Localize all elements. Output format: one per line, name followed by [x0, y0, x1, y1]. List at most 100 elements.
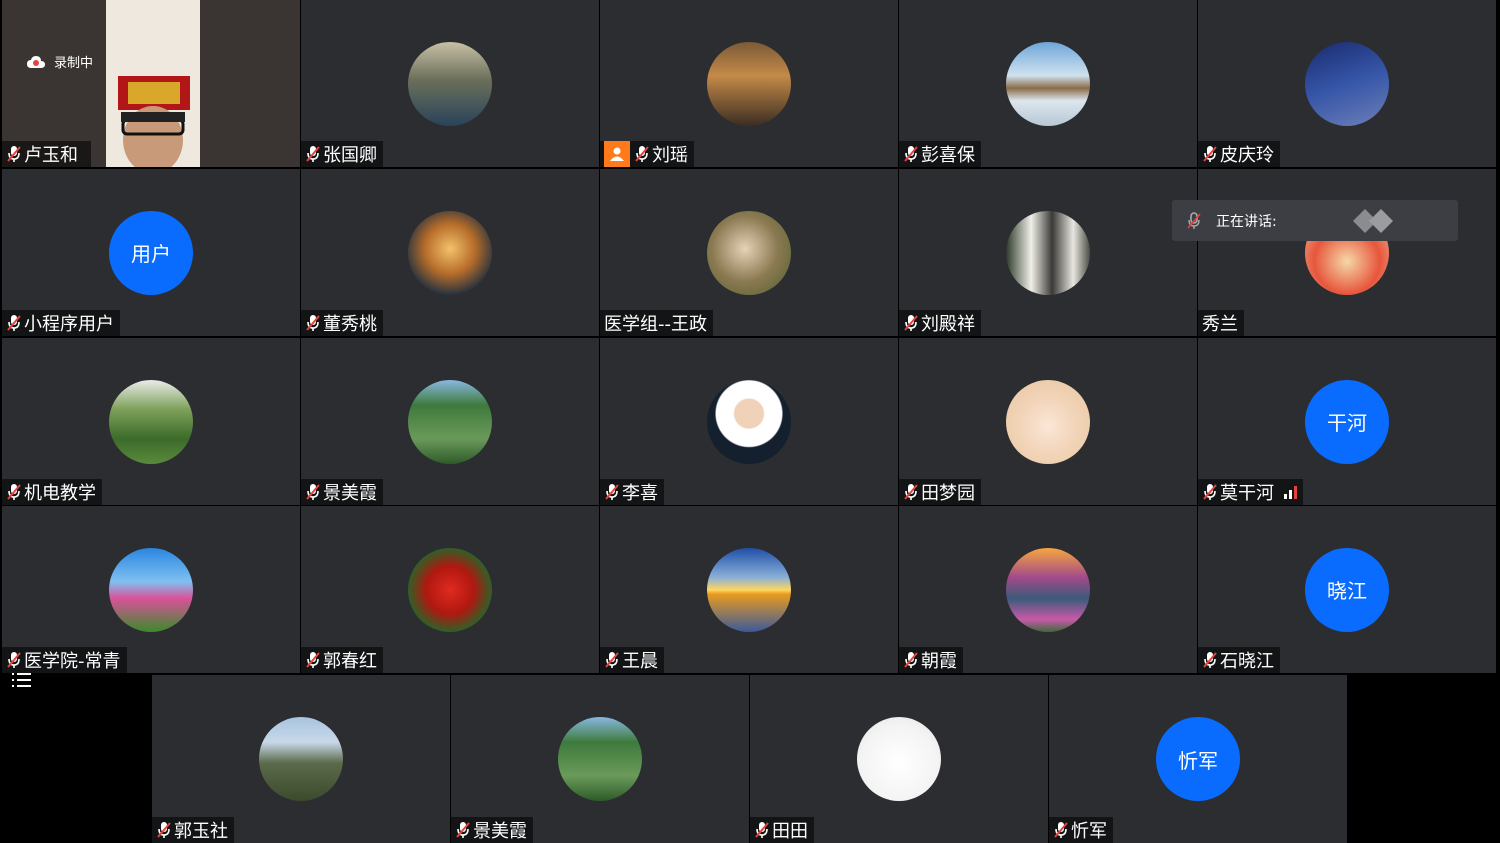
participant-nameplate: 刘殿祥: [899, 310, 981, 336]
participant-name: 小程序用户: [24, 314, 114, 335]
list-menu-icon[interactable]: [11, 671, 33, 689]
participant-tile[interactable]: 董秀桃: [301, 169, 599, 336]
avatar: [408, 41, 492, 126]
participant-tile[interactable]: 皮庆玲: [1198, 0, 1496, 167]
participant-name: 彭喜保: [921, 145, 975, 166]
participant-tile[interactable]: 干河 莫干河: [1198, 338, 1496, 505]
participant-name: 医学院-常青: [24, 651, 121, 672]
avatar: 忻军: [1156, 717, 1240, 801]
user-icon: [604, 141, 630, 167]
avatar: [707, 210, 791, 295]
participant-tile[interactable]: 郭春红: [301, 506, 599, 673]
participant-nameplate: 郭玉社: [152, 817, 234, 843]
camera-video-feed: [106, 0, 200, 167]
participant-name: 景美霞: [473, 821, 527, 842]
participant-name: 朝霞: [921, 651, 957, 672]
avatar: [408, 379, 492, 464]
muted-mic-icon: [306, 652, 320, 668]
participant-name: 郭春红: [323, 651, 377, 672]
cloud-record-icon: [27, 55, 45, 68]
participant-tile[interactable]: 刘瑶: [600, 0, 898, 167]
participant-nameplate: 忻军: [1049, 817, 1113, 843]
participant-tile[interactable]: 景美霞: [451, 675, 749, 843]
avatar: [408, 210, 492, 295]
participant-tile[interactable]: 王晨: [600, 506, 898, 673]
avatar: [408, 547, 492, 632]
participant-tile[interactable]: 录制中 卢玉和: [2, 0, 300, 167]
participant-tile[interactable]: 张国卿: [301, 0, 599, 167]
participant-name: 卢玉和: [24, 145, 78, 166]
participant-tile[interactable]: 晓江 石晓江: [1198, 506, 1496, 673]
participant-tile[interactable]: 医学组--王政: [600, 169, 898, 336]
avatar: [1006, 210, 1090, 295]
recording-label: 录制中: [54, 56, 94, 71]
participant-nameplate: 机电教学: [2, 479, 102, 505]
participant-nameplate: 皮庆玲: [1198, 141, 1280, 167]
avatar: [707, 547, 791, 632]
avatar: 晓江: [1305, 547, 1389, 632]
participant-tile[interactable]: 景美霞: [301, 338, 599, 505]
avatar: [109, 379, 193, 464]
signal-strength-icon: [1284, 485, 1297, 499]
participant-name: 皮庆玲: [1220, 145, 1274, 166]
participant-nameplate: 董秀桃: [301, 310, 383, 336]
participant-tile[interactable]: 刘殿祥: [899, 169, 1197, 336]
participant-name: 医学组--王政: [604, 314, 707, 335]
participant-nameplate: 彭喜保: [899, 141, 981, 167]
participant-name: 机电教学: [24, 483, 96, 504]
participant-nameplate: 小程序用户: [2, 310, 120, 336]
participant-nameplate: 朝霞: [899, 647, 963, 673]
muted-mic-icon: [904, 315, 918, 331]
muted-mic-icon: [157, 822, 171, 838]
muted-mic-icon: [904, 484, 918, 500]
participant-nameplate: 医学组--王政: [600, 310, 713, 336]
participant-name: 王晨: [622, 651, 658, 672]
participant-tile[interactable]: 机电教学: [2, 338, 300, 505]
participant-name: 石晓江: [1220, 651, 1274, 672]
participant-nameplate: 李喜: [600, 479, 664, 505]
avatar: [857, 717, 941, 801]
speaking-indicator: 正在讲话:: [1172, 200, 1458, 241]
speaking-label: 正在讲话:: [1216, 213, 1277, 230]
participant-nameplate: 卢玉和: [2, 141, 91, 167]
participant-name: 张国卿: [323, 145, 377, 166]
avatar: [1006, 547, 1090, 632]
muted-mic-icon: [1203, 146, 1217, 162]
participant-tile[interactable]: 田田: [750, 675, 1048, 843]
participant-nameplate: 田田: [750, 817, 814, 843]
muted-mic-icon: [7, 484, 21, 500]
participant-tile[interactable]: 彭喜保: [899, 0, 1197, 167]
muted-mic-icon: [306, 484, 320, 500]
muted-mic-icon: [755, 822, 769, 838]
participant-name: 景美霞: [323, 483, 377, 504]
avatar: [707, 41, 791, 126]
participant-nameplate: 景美霞: [301, 479, 383, 505]
participant-tile[interactable]: 秀兰: [1198, 169, 1496, 336]
participant-name: 莫干河: [1220, 483, 1274, 504]
camera-video: [106, 0, 200, 167]
participant-nameplate: 王晨: [600, 647, 664, 673]
participant-tile[interactable]: 李喜: [600, 338, 898, 505]
participant-tile[interactable]: 忻军 忻军: [1049, 675, 1347, 843]
avatar: 用户: [109, 210, 193, 295]
participant-name: 田田: [772, 821, 808, 842]
muted-mic-icon: [904, 146, 918, 162]
participant-tile[interactable]: 用户 小程序用户: [2, 169, 300, 336]
participant-tile[interactable]: 朝霞: [899, 506, 1197, 673]
participant-tile[interactable]: 郭玉社: [152, 675, 450, 843]
muted-mic-icon: [904, 652, 918, 668]
participant-name: 田梦园: [921, 483, 975, 504]
participant-name: 刘殿祥: [921, 314, 975, 335]
participant-nameplate: 石晓江: [1198, 647, 1280, 673]
participant-tile[interactable]: 田梦园: [899, 338, 1197, 505]
participant-nameplate: 景美霞: [451, 817, 533, 843]
participant-tile[interactable]: 医学院-常青: [2, 506, 300, 673]
avatar: [1305, 41, 1389, 126]
avatar: [1006, 379, 1090, 464]
muted-mic-icon: [605, 652, 619, 668]
muted-mic-icon: [456, 822, 470, 838]
muted-mic-icon: [7, 315, 21, 331]
avatar: [1006, 41, 1090, 126]
muted-mic-icon: [7, 146, 21, 162]
muted-mic-icon: [605, 484, 619, 500]
